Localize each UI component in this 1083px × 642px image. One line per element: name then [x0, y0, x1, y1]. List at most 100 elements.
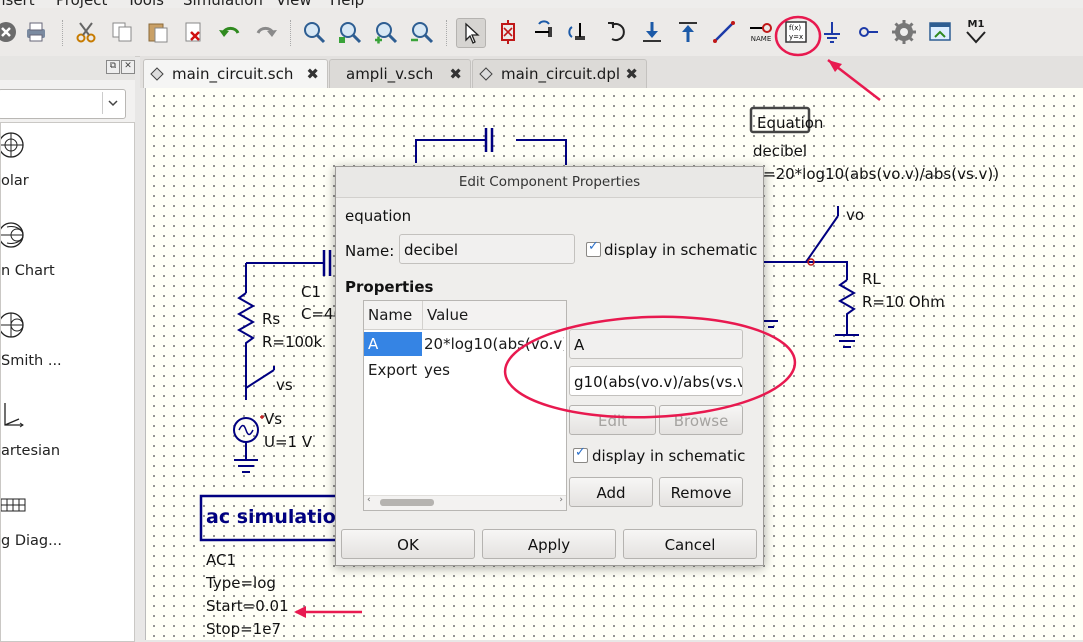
property-value-input[interactable]: g10(abs(vo.v)/abs(vs.v))	[569, 366, 743, 396]
exit-icon[interactable]	[0, 18, 20, 46]
sim-start: Start=0.01	[206, 597, 289, 615]
col-name-header[interactable]: Name	[368, 306, 412, 324]
redo-icon[interactable]	[252, 18, 280, 46]
rl-name: RL	[862, 270, 881, 288]
tab-label: ampli_v.sch	[346, 65, 434, 83]
menu-view[interactable]: View	[276, 0, 312, 8]
ok-button[interactable]: OK	[341, 529, 475, 559]
zoom-selection-icon[interactable]	[336, 18, 364, 46]
component-type-label: equation	[345, 207, 412, 225]
equation-icon-bottom-text: y=x	[789, 33, 803, 41]
deactivate-icon[interactable]	[494, 18, 522, 46]
simulate-icon[interactable]	[890, 18, 918, 46]
menu-simulation[interactable]: Simulation	[183, 0, 263, 8]
enter-subcircuit-icon[interactable]	[638, 18, 666, 46]
browse-button[interactable]: Browse	[659, 405, 743, 435]
close-icon[interactable]: ✖	[306, 65, 319, 83]
zoom-in-icon[interactable]	[372, 18, 400, 46]
c1-name: C1	[301, 283, 322, 301]
list-item-smith-chart[interactable]: n Chart	[1, 213, 131, 301]
dpl-icon[interactable]	[926, 18, 954, 46]
display-in-schematic-label: display in schematic	[604, 241, 758, 259]
polar-smith-icon	[1, 312, 24, 338]
menu-tools[interactable]: Tools	[127, 0, 164, 8]
select-icon[interactable]	[456, 18, 486, 48]
equation-icon[interactable]: f(x) y=x	[782, 18, 810, 46]
list-item-polar-smith[interactable]: Smith ...	[1, 303, 131, 391]
tab-main-circuit-sch[interactable]: main_circuit.sch ✖	[143, 59, 328, 88]
horizontal-scrollbar[interactable]: ‹ ›	[364, 495, 566, 510]
schematic-file-icon	[150, 67, 164, 81]
copy-icon[interactable]	[108, 18, 136, 46]
tab-main-circuit-dpl[interactable]: main_circuit.dpl ✖	[472, 59, 647, 88]
menu-insert[interactable]: nsert	[0, 0, 35, 8]
list-item-timing-diagram[interactable]: g Diag...	[1, 483, 131, 571]
dock-close-icon[interactable]: ✕	[121, 60, 135, 74]
smith-chart-icon	[1, 222, 24, 248]
sim-title[interactable]: ac simulation	[206, 506, 349, 528]
properties-table[interactable]: Name Value A 20*log10(abs(vo.v)/ Export …	[363, 300, 567, 511]
menu-help[interactable]: Help	[330, 0, 364, 8]
undo-icon[interactable]	[216, 18, 244, 46]
list-item-polar[interactable]: olar	[1, 123, 131, 211]
sim-stop: Stop=1e7	[206, 620, 281, 638]
list-item-label: n Chart	[1, 263, 55, 279]
property-display-label: display in schematic	[592, 447, 746, 465]
mirror-y-icon[interactable]	[566, 18, 594, 46]
add-property-button[interactable]: Add	[569, 477, 653, 507]
print-icon[interactable]	[22, 18, 50, 46]
name-input[interactable]: decibel	[399, 234, 575, 264]
list-item-label: artesian	[1, 443, 61, 459]
equation-expression: =20*log10(abs(vo.v)/abs(vs.v))	[763, 165, 1000, 183]
sim-type: Type=log	[206, 574, 276, 592]
close-icon[interactable]: ✖	[625, 65, 638, 83]
rs-value: R=100k	[262, 333, 323, 351]
cancel-button[interactable]: Cancel	[623, 529, 757, 559]
vs-name: Vs	[264, 410, 283, 428]
ground-icon[interactable]	[818, 18, 846, 46]
list-item-cartesian[interactable]: artesian	[1, 393, 131, 481]
wire-label-icon[interactable]: NAME	[746, 18, 776, 46]
scrollbar-thumb[interactable]	[380, 499, 434, 506]
component-list: olar n Chart Smith ... artesian g Diag..…	[0, 122, 135, 642]
scroll-left-icon[interactable]: ‹	[367, 495, 371, 505]
cut-icon[interactable]	[72, 18, 100, 46]
vs-value: U=1 V	[264, 433, 313, 451]
menu-project[interactable]: Project	[56, 0, 107, 8]
paste-icon[interactable]	[144, 18, 172, 46]
dock-float-icon[interactable]: ⧉	[106, 60, 120, 74]
marker-text: M1	[967, 19, 985, 30]
rl-value: R=10 Ohm	[862, 293, 945, 311]
equation-name: decibel	[753, 142, 808, 160]
edit-button[interactable]: Edit	[569, 405, 656, 435]
rotate-icon[interactable]	[602, 18, 630, 46]
equation-title[interactable]: Equation	[757, 114, 823, 132]
close-icon[interactable]: ✖	[449, 65, 462, 83]
mirror-x-icon[interactable]	[530, 18, 558, 46]
vs-probe-label: vs	[276, 376, 293, 394]
property-display-checkbox[interactable]	[573, 445, 588, 463]
wire-icon[interactable]	[710, 18, 738, 46]
col-value-header[interactable]: Value	[427, 306, 468, 324]
edit-component-dialog: Edit Component Properties equation Name:…	[335, 166, 764, 566]
marker-icon[interactable]: M1	[962, 18, 990, 46]
row-export-name[interactable]: Export	[368, 361, 417, 379]
row-export-value[interactable]: yes	[424, 361, 450, 379]
delete-icon[interactable]	[180, 18, 208, 46]
zoom-out-icon[interactable]	[408, 18, 436, 46]
name-label: Name:	[345, 242, 395, 260]
remove-property-button[interactable]: Remove	[659, 477, 743, 507]
row-a-value[interactable]: 20*log10(abs(vo.v)/	[424, 335, 564, 353]
zoom-fit-icon[interactable]	[300, 18, 328, 46]
tab-ampli-v-sch[interactable]: ampli_v.sch ✖	[329, 59, 471, 88]
component-category-select[interactable]	[0, 89, 126, 119]
scroll-right-icon[interactable]: ›	[559, 495, 563, 505]
exit-subcircuit-icon[interactable]	[674, 18, 702, 46]
apply-button[interactable]: Apply	[482, 529, 616, 559]
port-icon[interactable]	[854, 18, 882, 46]
row-a-name[interactable]: A	[368, 335, 378, 353]
display-in-schematic-checkbox[interactable]	[586, 239, 601, 257]
wire-label-text: NAME	[750, 35, 772, 43]
property-name-input[interactable]: A	[569, 329, 743, 359]
tab-label: main_circuit.dpl	[501, 65, 621, 83]
